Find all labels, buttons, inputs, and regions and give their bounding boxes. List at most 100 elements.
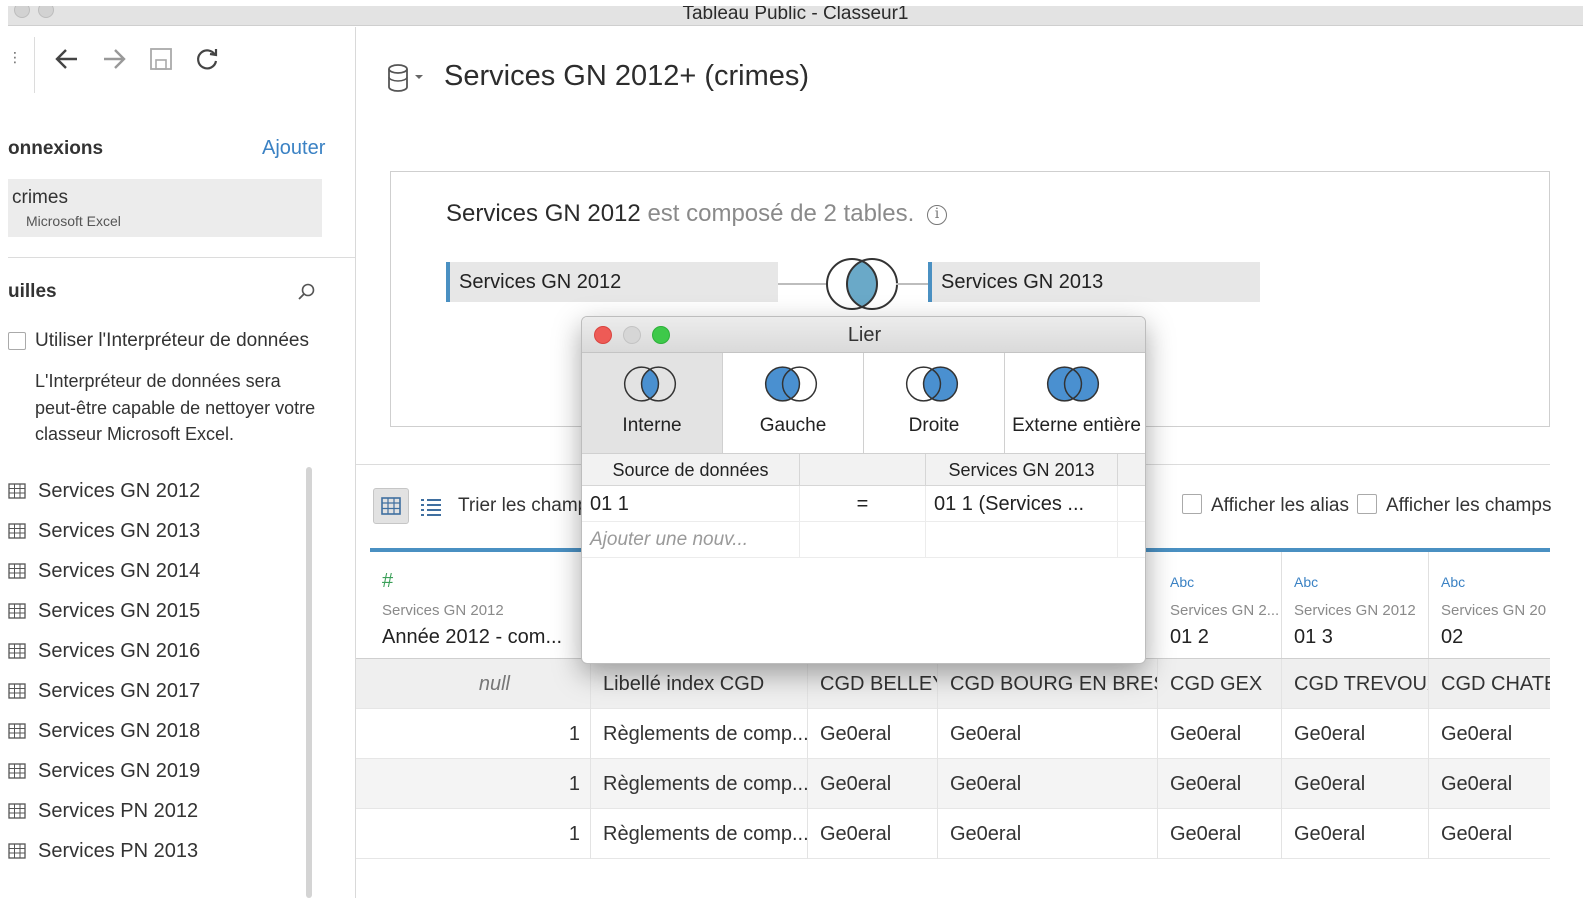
connection-type: Microsoft Excel: [26, 213, 121, 229]
table-cell[interactable]: Ge0eral: [1429, 709, 1550, 759]
table-cell[interactable]: 1: [370, 759, 591, 809]
clause-header-right: Services GN 2013: [926, 454, 1118, 487]
join-dialog: Lier Interne Gauche Droite Externe entière …: [581, 316, 1146, 664]
grip-icon[interactable]: ⋮: [8, 49, 22, 66]
column-header[interactable]: Abc Services GN 2012 01 3: [1282, 552, 1429, 658]
field-type-icon[interactable]: Abc: [1170, 574, 1194, 590]
sheet-item[interactable]: Services GN 2018: [8, 711, 308, 751]
composed-rest: est composé de 2 tables.: [647, 200, 915, 227]
sheet-item[interactable]: Services GN 2015: [8, 591, 308, 631]
column-name[interactable]: 01 2: [1170, 626, 1280, 649]
add-clause-operator-cell: [800, 522, 926, 558]
add-connection-link[interactable]: Ajouter: [262, 137, 325, 160]
table-cell[interactable]: Ge0eral: [808, 709, 938, 759]
show-alias-checkbox[interactable]: [1182, 494, 1202, 514]
table-cell[interactable]: 1: [370, 809, 591, 859]
connection-item[interactable]: crimes Microsoft Excel: [8, 179, 322, 237]
table-cell[interactable]: Règlements de comp...: [591, 709, 808, 759]
join-type-left-button[interactable]: Gauche: [723, 353, 864, 453]
join-connector-right: [896, 283, 928, 285]
sheet-item[interactable]: Services GN 2014: [8, 551, 308, 591]
sheets-title: uilles: [8, 281, 57, 302]
dialog-title: Lier: [847, 324, 882, 346]
table-cell[interactable]: Ge0eral: [1158, 759, 1282, 809]
table-row: 1 Règlements de comp... Ge0eral Ge0eral Ge0e…: [356, 809, 1550, 859]
sheet-item[interactable]: Services GN 2019: [8, 751, 308, 791]
column-name[interactable]: Année 2012 - com...: [382, 626, 589, 649]
info-icon[interactable]: i: [926, 205, 947, 225]
column-header[interactable]: Abc Services GN 2... 01 2: [1158, 552, 1282, 658]
sheet-item-label: Services GN 2016: [38, 639, 201, 662]
clause-operator[interactable]: =: [800, 486, 926, 522]
column-header[interactable]: # Services GN 2012 Année 2012 - com...: [370, 552, 591, 658]
list-view-icon[interactable]: [418, 494, 444, 520]
table-icon: [8, 723, 26, 739]
clause-left-field[interactable]: 01 1: [582, 486, 800, 522]
join-type-right-button[interactable]: Droite: [864, 353, 1005, 453]
data-interpreter-description: L'Interpréteur de données sera peut-être…: [35, 371, 316, 444]
table-cell[interactable]: CGD TREVOUX: [1282, 659, 1429, 709]
forward-arrow-icon[interactable]: [96, 41, 132, 77]
table-cell[interactable]: Ge0eral: [1282, 709, 1429, 759]
dialog-titlebar: Lier: [582, 317, 1145, 353]
show-alias-label: Afficher les alias: [1211, 495, 1349, 516]
back-arrow-icon[interactable]: [49, 41, 85, 77]
table-cell[interactable]: 1: [370, 709, 591, 759]
datasource-title[interactable]: Services GN 2012+ (crimes): [444, 60, 809, 93]
table-cell[interactable]: Ge0eral: [938, 709, 1158, 759]
table-cell[interactable]: Ge0eral: [1282, 809, 1429, 859]
sheet-item[interactable]: Services GN 2017: [8, 671, 308, 711]
sheet-item[interactable]: Services PN 2012: [8, 791, 308, 831]
grid-view-button[interactable]: [373, 488, 409, 524]
table-cell[interactable]: CGD GEX: [1158, 659, 1282, 709]
column-name[interactable]: 01 3: [1294, 626, 1427, 649]
table-icon: [8, 763, 26, 779]
sheet-item-label: Services GN 2013: [38, 519, 201, 542]
join-clause-row[interactable]: 01 1 = 01 1 (Services ...: [582, 486, 1145, 522]
table-cell[interactable]: Ge0eral: [1282, 759, 1429, 809]
save-icon[interactable]: [143, 41, 179, 77]
table-cell[interactable]: CGD BELLEY: [808, 659, 938, 709]
show-fields-checkbox[interactable]: [1357, 494, 1377, 514]
table-cell[interactable]: Règlements de comp...: [591, 759, 808, 809]
search-icon[interactable]: [296, 281, 318, 303]
column-header[interactable]: Abc Services GN 20 02: [1429, 552, 1550, 658]
inner-join-venn-icon[interactable]: [824, 256, 900, 312]
add-clause-placeholder[interactable]: Ajouter une nouv...: [582, 522, 800, 558]
sort-fields-label[interactable]: Trier les champs: [458, 495, 598, 517]
grid-view-icon: [381, 497, 401, 515]
datasource-icon[interactable]: [386, 62, 426, 94]
sidebar-divider: [8, 257, 355, 258]
table-cell[interactable]: null: [370, 659, 591, 709]
table-cell[interactable]: Ge0eral: [808, 759, 938, 809]
sheet-item-label: Services PN 2013: [38, 839, 199, 862]
sheet-item[interactable]: Services PN 2013: [8, 831, 308, 871]
sheet-item[interactable]: Services GN 2013: [8, 511, 308, 551]
table-cell[interactable]: Libellé index CGD: [591, 659, 808, 709]
table-cell[interactable]: Ge0eral: [1158, 709, 1282, 759]
left-table-box[interactable]: Services GN 2012: [446, 262, 778, 302]
table-cell[interactable]: Règlements de comp...: [591, 809, 808, 859]
field-type-icon[interactable]: Abc: [1441, 574, 1465, 590]
table-cell[interactable]: Ge0eral: [938, 759, 1158, 809]
join-type-inner-button[interactable]: Interne: [582, 353, 723, 453]
field-type-icon[interactable]: #: [382, 570, 393, 593]
table-cell[interactable]: CGD BOURG EN BRES...: [938, 659, 1158, 709]
right-table-box[interactable]: Services GN 2013: [928, 262, 1260, 302]
join-type-full-button[interactable]: Externe entière: [1005, 353, 1145, 453]
add-clause-row[interactable]: Ajouter une nouv...: [582, 522, 1145, 558]
refresh-icon[interactable]: [189, 41, 225, 77]
table-cell[interactable]: Ge0eral: [938, 809, 1158, 859]
column-name[interactable]: 02: [1441, 626, 1550, 649]
field-type-icon[interactable]: Abc: [1294, 574, 1318, 590]
table-cell[interactable]: Ge0eral: [1429, 759, 1550, 809]
sheet-item[interactable]: Services GN 2016: [8, 631, 308, 671]
table-cell[interactable]: CGD CHATE: [1429, 659, 1550, 709]
sheet-item[interactable]: Services GN 2012: [8, 471, 308, 511]
sheet-list-scrollbar[interactable]: [306, 467, 312, 898]
table-cell[interactable]: Ge0eral: [1158, 809, 1282, 859]
table-cell[interactable]: Ge0eral: [1429, 809, 1550, 859]
data-interpreter-checkbox[interactable]: [8, 332, 26, 350]
clause-right-field[interactable]: 01 1 (Services ...: [926, 486, 1118, 522]
table-cell[interactable]: Ge0eral: [808, 809, 938, 859]
